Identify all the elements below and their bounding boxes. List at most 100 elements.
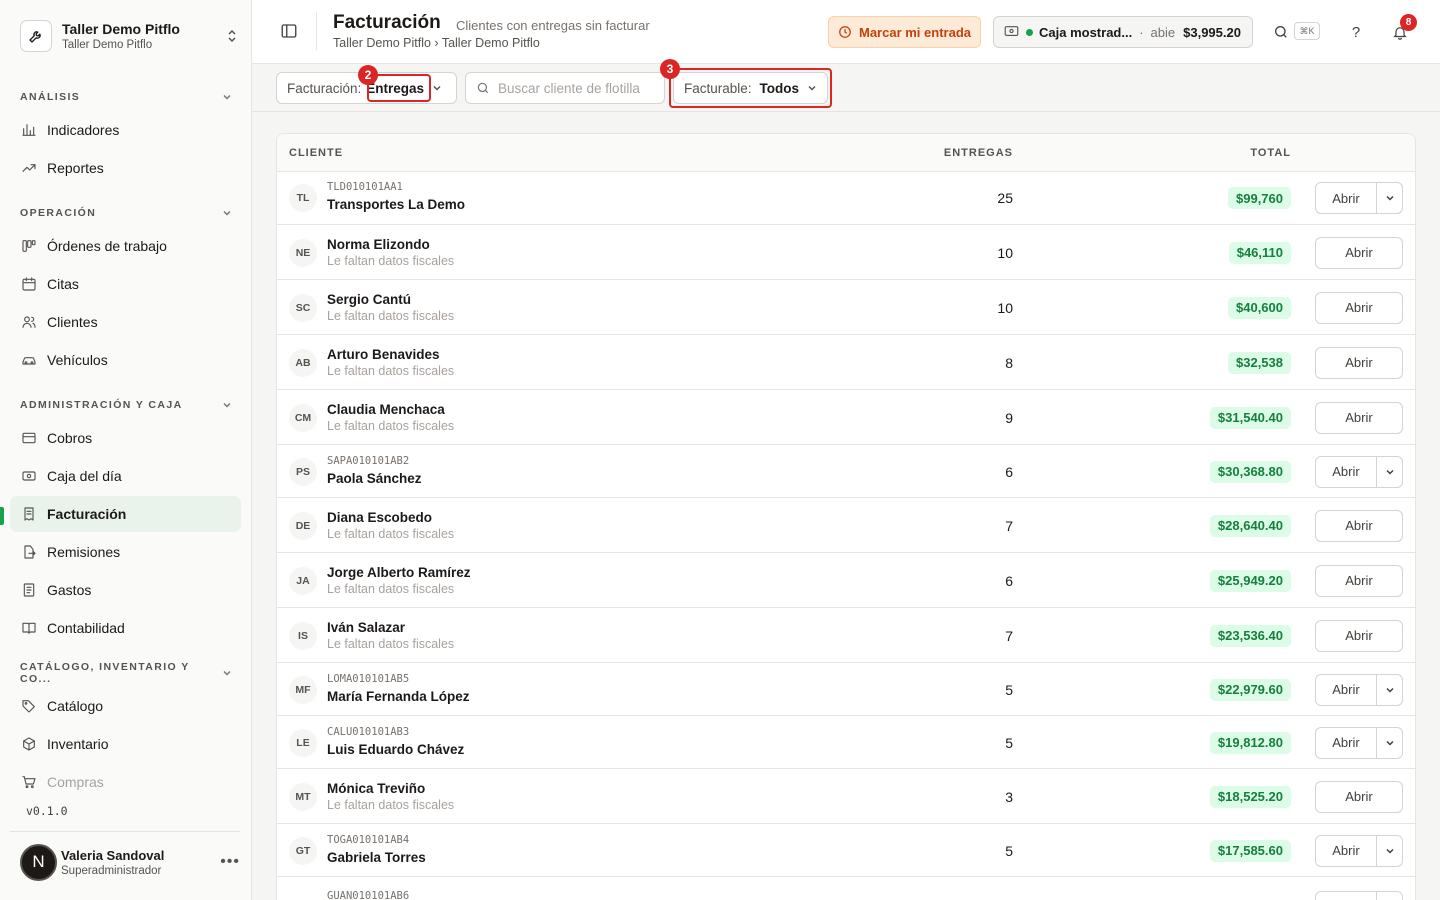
help-icon[interactable]: ? [1346,22,1366,42]
deliveries-count: 5 [1005,734,1013,751]
client-avatar: GT [289,836,317,865]
open-button-label: Abrir [1332,464,1360,479]
workspace-switcher[interactable]: Taller Demo Pitflo Taller Demo Pitflo [20,18,240,54]
sidebar-item-caja-del-dia[interactable]: Caja del día [10,458,241,494]
open-button[interactable]: Abrir [1315,455,1403,488]
table-row[interactable]: DE Diana Escobedo Le faltan datos fiscales… [277,498,1415,553]
client-name[interactable]: Paola Sánchez [327,471,422,486]
sidebar-item-label: Facturación [47,506,127,522]
open-button[interactable]: Abrir [1315,619,1403,652]
nav-section-header[interactable]: CATÁLOGO, INVENTARIO Y CO... [20,661,232,685]
table-row[interactable]: AB Arturo Benavides Le faltan datos fiscal… [277,335,1415,390]
sidebar-item-cobros[interactable]: Cobros [10,420,241,456]
breadcrumb[interactable]: Taller Demo Pitflo › Taller Demo Pitflo [333,36,540,50]
total-amount: $30,368.80 [1209,460,1291,483]
table-row[interactable]: SC Sergio Cantú Le faltan datos fiscales 10… [277,280,1415,335]
sidebar-item-indicadores[interactable]: Indicadores [10,112,241,148]
client-name[interactable]: Iván Salazar [327,620,405,635]
app-version: v0.1.0 [26,804,68,818]
sidebar-item-label: Cobros [47,430,93,446]
client-name[interactable]: Norma Elizondo [327,237,430,252]
client-name[interactable]: Luis Eduardo Chávez [327,742,464,757]
open-button[interactable]: Abrir [1315,182,1403,214]
missing-tax-data-note: Le faltan datos fiscales [327,308,455,323]
fleet-search[interactable] [465,72,665,104]
table-row[interactable]: GUAN010101AB6 Abrir [277,877,1415,900]
nav-section-header[interactable]: ADMINISTRACIÓN Y CAJA [20,397,232,413]
chevron-down-icon [222,668,232,678]
page-subtitle: Clientes con entregas sin facturar [456,18,650,33]
open-button[interactable]: Abrir [1315,564,1403,597]
open-button[interactable]: Abrir [1315,891,1403,900]
chevron-down-icon[interactable] [1376,727,1402,758]
table-row[interactable]: JA Jorge Alberto Ramírez Le faltan datos f… [277,553,1415,608]
sidebar-item-gastos[interactable]: Gastos [10,572,241,608]
sidebar-item-inventario[interactable]: Inventario [10,726,241,762]
table-row[interactable]: GT TOGA010101AB4 Gabriela Torres 5 $17,585.6… [277,824,1415,877]
chevron-down-icon[interactable] [1376,674,1402,705]
open-button[interactable]: Abrir [1315,780,1403,813]
open-button[interactable]: Abrir [1315,291,1403,324]
client-name[interactable]: Mónica Treviño [327,781,425,796]
clients-table: CLIENTE ENTREGAS TOTAL TL TLD010101AA1 Tra… [276,133,1416,900]
more-icon[interactable]: ••• [220,853,240,871]
total-amount: $46,110 [1228,241,1291,264]
cash-register-selector[interactable]: Caja mostrad... · abie $3,995.20 [993,16,1253,48]
clock-in-button[interactable]: Marcar mi entrada [828,16,981,48]
table-row[interactable]: MT Mónica Treviño Le faltan datos fiscales… [277,769,1415,824]
client-name[interactable]: Diana Escobedo [327,510,432,525]
nav-section-header[interactable]: ANÁLISIS [20,89,232,105]
deliveries-count: 5 [1005,681,1013,698]
sidebar-item-catalogo[interactable]: Catálogo [10,688,241,724]
nav-section-title: CATÁLOGO, INVENTARIO Y CO... [20,661,190,685]
search-icon[interactable] [1271,22,1291,42]
chevron-down-icon[interactable] [1376,456,1402,487]
client-name[interactable]: Arturo Benavides [327,347,440,362]
table-row[interactable]: CM Claudia Menchaca Le faltan datos fiscal… [277,390,1415,445]
open-button[interactable]: Abrir [1315,236,1403,269]
sidebar-item-facturacion[interactable]: Facturación [10,496,241,532]
chevron-down-icon[interactable] [1376,835,1402,866]
user-menu[interactable]: N Valeria Sandoval Superadministrador ••… [20,842,240,882]
sidebar-item-citas[interactable]: Citas [10,266,241,302]
open-button[interactable]: Abrir [1315,401,1403,434]
sidebar-item-vehiculos[interactable]: Vehículos [10,342,241,378]
sidebar-item-label: Remisiones [47,544,121,560]
nav-section-header[interactable]: OPERACIÓN [20,205,232,221]
table-row[interactable]: IS Iván Salazar Le faltan datos fiscales 7 $… [277,608,1415,663]
sidebar-item-clientes[interactable]: Clientes [10,304,241,340]
fleet-search-input[interactable] [498,80,658,96]
open-button[interactable]: Abrir [1315,509,1403,542]
nav-section-title: OPERACIÓN [20,207,97,219]
open-button[interactable]: Abrir [1315,834,1403,867]
client-name[interactable]: Claudia Menchaca [327,402,445,417]
open-button[interactable]: Abrir [1315,726,1403,759]
open-status-dot [1026,28,1033,36]
wrench-icon [20,20,52,52]
filter-toolbar: Facturación: Entregas Facturable: Todos … [252,59,1440,112]
client-name[interactable]: Gabriela Torres [327,850,426,865]
client-name[interactable]: Jorge Alberto Ramírez [327,565,471,580]
sidebar-item-ordenes-de-trabajo[interactable]: Órdenes de trabajo [10,228,241,264]
client-name[interactable]: Transportes La Demo [327,197,465,212]
sidebar-item-remisiones[interactable]: Remisiones [10,534,241,570]
table-row[interactable]: NE Norma Elizondo Le faltan datos fiscales… [277,225,1415,280]
client-name[interactable]: Sergio Cantú [327,292,411,307]
missing-tax-data-note: Le faltan datos fiscales [327,797,455,812]
table-row[interactable]: TL TLD010101AA1 Transportes La Demo 25 $99,7… [277,171,1415,225]
sidebar-item-compras[interactable]: Compras [10,764,241,800]
open-button[interactable]: Abrir [1315,346,1403,379]
sidebar-toggle-icon[interactable] [280,22,300,42]
open-button[interactable]: Abrir [1315,673,1403,706]
client-name[interactable]: María Fernanda López [327,689,470,704]
sidebar-item-reportes[interactable]: Reportes [10,150,241,186]
chevron-down-icon[interactable] [1376,892,1402,900]
deliveries-count: 6 [1005,572,1013,589]
total-amount: $40,600 [1228,296,1291,319]
deliveries-count: 7 [1005,627,1013,644]
table-row[interactable]: MF LOMA010101AB5 María Fernanda López 5 $22,… [277,663,1415,716]
chevron-down-icon[interactable] [1376,183,1402,213]
sidebar-item-contabilidad[interactable]: Contabilidad [10,610,241,646]
table-row[interactable]: PS SAPA010101AB2 Paola Sánchez 6 $30,368.80 A… [277,445,1415,498]
table-row[interactable]: LE CALU010101AB3 Luis Eduardo Chávez 5 $19,8… [277,716,1415,769]
